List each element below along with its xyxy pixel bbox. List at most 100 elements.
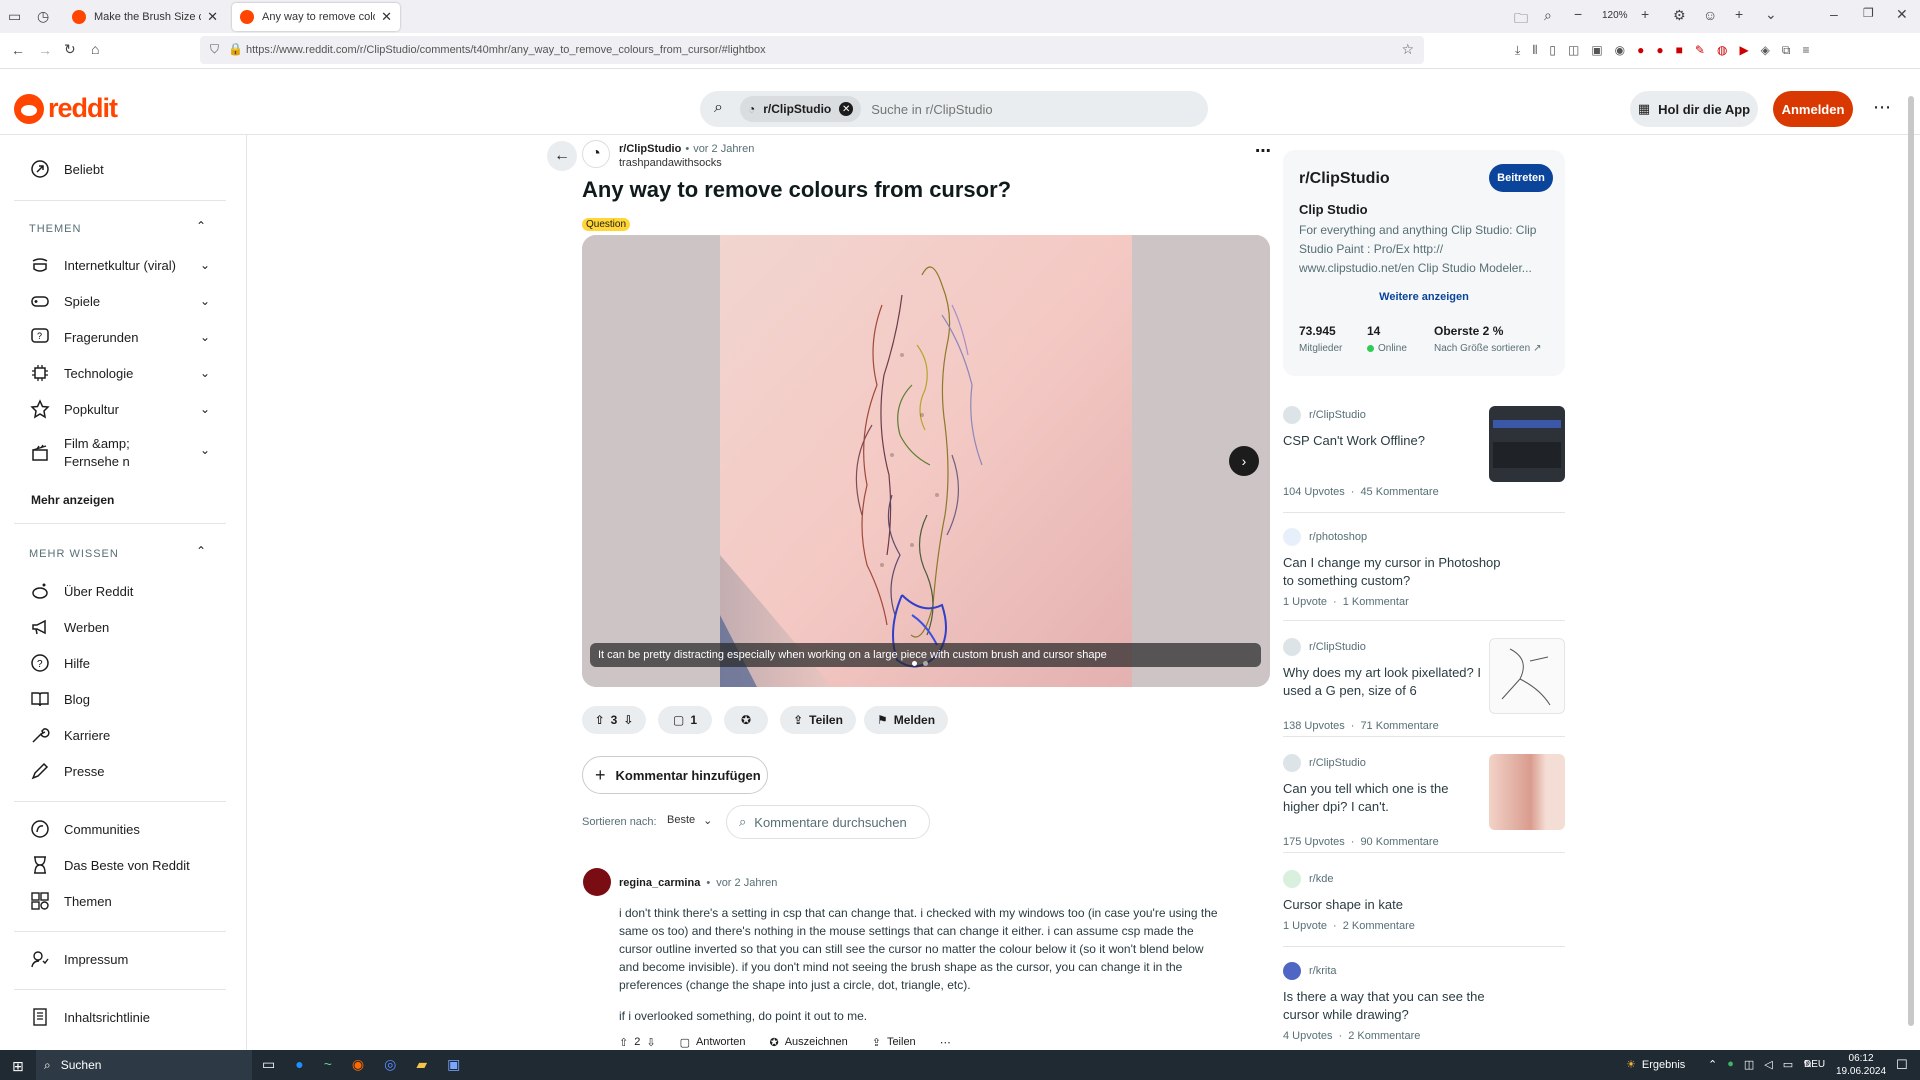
extension-icon[interactable]: ◈: [1761, 43, 1770, 58]
topics-heading[interactable]: THEMEN: [29, 223, 81, 235]
windows-start-icon[interactable]: ⊞: [12, 1058, 24, 1075]
extension-icon[interactable]: ▶: [1739, 43, 1748, 58]
sidebar-icon[interactable]: ▯: [1549, 43, 1556, 58]
extension-icon[interactable]: ▣: [1591, 43, 1602, 58]
bookmark-star-icon[interactable]: ☆: [1401, 41, 1414, 58]
related-thumbnail[interactable]: [1489, 406, 1565, 482]
extension-icon[interactable]: ◍: [1717, 43, 1727, 58]
add-comment-button[interactable]: + Kommentar hinzufügen: [582, 756, 768, 794]
related-title[interactable]: Is there a way that you can see the curs…: [1283, 988, 1523, 1024]
sidebar-item-careers[interactable]: Karriere: [30, 725, 210, 745]
related-post[interactable]: r/ClipStudio Can you tell which one is t…: [1283, 754, 1565, 848]
sidebar-item-communities[interactable]: Communities: [30, 819, 210, 839]
back-arrow-icon[interactable]: ←: [547, 141, 577, 171]
award-comment-button[interactable]: ✪ Auszeichnen: [770, 1036, 848, 1049]
expand-chevron-icon[interactable]: ⌄: [200, 402, 210, 416]
search-input[interactable]: [871, 101, 1172, 117]
post-subreddit-link[interactable]: r/ClipStudio: [619, 143, 681, 155]
zoom-search-icon[interactable]: ⌕: [1544, 7, 1552, 24]
related-thumbnail[interactable]: [1489, 638, 1565, 714]
library-icon[interactable]: ⫴: [1532, 43, 1537, 58]
downvote-icon[interactable]: ⇩: [646, 1036, 655, 1049]
tray-app-icon[interactable]: ●: [1727, 1058, 1734, 1071]
reddit-logo[interactable]: reddit: [14, 93, 118, 124]
more-heading[interactable]: MEHR WISSEN: [29, 548, 119, 560]
carousel-dot-active[interactable]: [912, 661, 917, 666]
reply-button[interactable]: ▢ Antworten: [680, 1036, 746, 1049]
shield-icon[interactable]: ⛉: [210, 42, 219, 57]
join-button[interactable]: Beitreten: [1489, 164, 1553, 192]
sidebar-item-topics[interactable]: Themen: [30, 891, 210, 911]
zoom-in-icon[interactable]: +: [1641, 6, 1649, 22]
sidebar-item-technology[interactable]: Technologie ⌄: [30, 363, 210, 383]
download-icon[interactable]: ⤓: [1515, 43, 1520, 58]
firefox-icon[interactable]: ◉: [352, 1056, 364, 1073]
related-subreddit[interactable]: r/photoshop: [1309, 531, 1367, 543]
related-post[interactable]: r/photoshop Can I change my cursor in Ph…: [1283, 528, 1565, 608]
upvote-icon[interactable]: ⇧: [595, 713, 605, 727]
login-button[interactable]: Anmelden: [1773, 91, 1853, 127]
post-flair[interactable]: Question: [582, 218, 631, 231]
app-icon[interactable]: ~: [324, 1056, 332, 1073]
battery-icon[interactable]: ▭: [1783, 1058, 1793, 1071]
url-bar[interactable]: ⛉ 🔒 https://www.reddit.com/r/ClipStudio/…: [200, 36, 1424, 64]
sidebar-item-popular[interactable]: Beliebt: [30, 159, 210, 179]
notification-icon[interactable]: ☐: [1896, 1057, 1908, 1073]
related-subreddit[interactable]: r/kde: [1309, 873, 1333, 885]
account-icon[interactable]: ☺: [1703, 7, 1717, 23]
expand-chevron-icon[interactable]: ⌄: [200, 330, 210, 344]
zoom-level[interactable]: 120%: [1602, 10, 1628, 21]
show-more-link[interactable]: Mehr anzeigen: [31, 493, 114, 507]
sidebar-item-blog[interactable]: Blog: [30, 689, 210, 709]
show-more-button[interactable]: Weitere anzeigen: [1283, 291, 1565, 303]
tab-remove-colours[interactable]: Any way to remove colours fro ✕: [232, 3, 400, 31]
related-post[interactable]: r/krita Is there a way that you can see …: [1283, 962, 1565, 1042]
lock-icon[interactable]: 🔒: [228, 42, 243, 56]
related-title[interactable]: Can I change my cursor in Photoshop to s…: [1283, 554, 1503, 590]
tab-brush-size[interactable]: Make the Brush Size cursor not ✕: [64, 3, 226, 31]
app-icon[interactable]: ◎: [384, 1056, 396, 1073]
sidebar-item-pop-culture[interactable]: Popkultur ⌄: [30, 399, 210, 419]
more-options-icon[interactable]: ⋯: [1873, 97, 1891, 118]
zoom-out-icon[interactable]: −: [1574, 6, 1582, 22]
task-view-icon[interactable]: ▭: [262, 1056, 275, 1073]
comment-search[interactable]: ⌕ Kommentare durchsuchen: [726, 805, 930, 839]
new-tab-icon[interactable]: +: [1735, 6, 1743, 22]
award-button[interactable]: ✪: [724, 706, 768, 734]
file-explorer-icon[interactable]: ▰: [416, 1056, 427, 1073]
sidebar-item-imprint[interactable]: Impressum: [30, 949, 210, 969]
expand-chevron-icon[interactable]: ⌄: [200, 443, 210, 457]
taskbar-search[interactable]: ⌕ Suchen: [36, 1050, 252, 1080]
sidebar-item-internet-culture[interactable]: Internetkultur (viral) ⌄: [30, 255, 210, 275]
settings-icon[interactable]: ⚙: [1673, 7, 1686, 24]
comment-search-input[interactable]: Kommentare durchsuchen: [754, 815, 906, 830]
search-community-chip[interactable]: ◔ r/ClipStudio ✕: [740, 96, 862, 122]
search-bar[interactable]: ⌕ ◔ r/ClipStudio ✕: [700, 91, 1208, 127]
commenter-avatar[interactable]: [583, 868, 611, 896]
sidebar-item-film-tv[interactable]: Film &amp; Fernsehe n ⌄: [30, 435, 210, 471]
related-thumbnail[interactable]: [1489, 754, 1565, 830]
get-app-button[interactable]: ▦ Hol dir die App: [1630, 91, 1758, 127]
close-tab-icon[interactable]: ✕: [207, 9, 218, 25]
downvote-icon[interactable]: ⇩: [623, 713, 633, 727]
menu-icon[interactable]: ≡: [1802, 43, 1809, 58]
clipstudio-avatar-icon[interactable]: ◔: [582, 140, 610, 168]
sidebar-item-games[interactable]: Spiele ⌄: [30, 291, 210, 311]
close-tab-icon[interactable]: ✕: [381, 9, 392, 25]
sidebar-item-press[interactable]: Presse: [30, 761, 210, 781]
home-icon[interactable]: ⌂: [91, 41, 99, 57]
carousel-dot[interactable]: [923, 661, 928, 666]
collapse-chevron-icon[interactable]: ⌃: [196, 544, 206, 558]
rank-link[interactable]: Nach Größe sortieren ↗: [1434, 343, 1542, 354]
post-author-link[interactable]: trashpandawithsocks: [619, 157, 722, 169]
related-post[interactable]: r/ClipStudio CSP Can't Work Offline? 104…: [1283, 406, 1565, 498]
sidebar-item-q-and-a[interactable]: ? Fragerunden ⌄: [30, 327, 210, 347]
comment-author[interactable]: regina_carmina: [619, 877, 700, 889]
sidebar-item-content-policy[interactable]: Inhaltsrichtlinie: [30, 1007, 210, 1027]
community-name[interactable]: r/ClipStudio: [1299, 170, 1390, 188]
upvote-icon[interactable]: ⇧: [619, 1036, 628, 1049]
clock[interactable]: 06:12 19.06.2024: [1836, 1052, 1886, 1078]
related-subreddit[interactable]: r/ClipStudio: [1309, 641, 1366, 653]
scrollbar-thumb[interactable]: [1908, 96, 1914, 1026]
report-button[interactable]: ⚑ Melden: [864, 706, 948, 734]
